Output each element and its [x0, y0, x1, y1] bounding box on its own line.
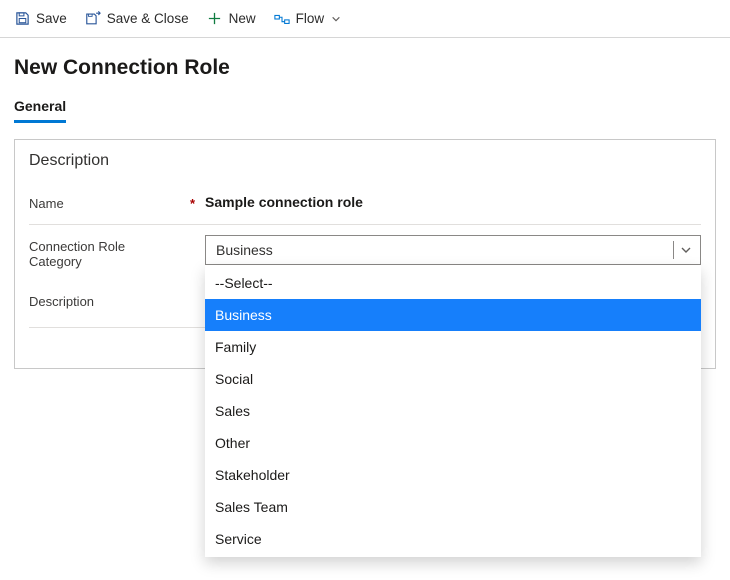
flow-button[interactable]: Flow	[274, 11, 343, 27]
save-label: Save	[36, 11, 67, 26]
category-option[interactable]: Stakeholder	[205, 459, 701, 491]
name-field[interactable]: Sample connection role	[205, 192, 701, 210]
chevron-down-icon	[330, 11, 342, 27]
category-row: Connection Role Category Business --Sele…	[29, 225, 701, 280]
category-option[interactable]: Service	[205, 523, 701, 555]
category-option[interactable]: Business	[205, 299, 701, 331]
command-bar: Save Save & Close New Flow	[0, 0, 730, 38]
section-title: Description	[29, 152, 701, 170]
name-row: Name * Sample connection role	[29, 182, 701, 222]
category-option[interactable]: Sales Team	[205, 491, 701, 523]
category-option[interactable]: Other	[205, 427, 701, 459]
tab-general[interactable]: General	[14, 94, 66, 123]
required-indicator: *	[190, 196, 195, 211]
tabs: General	[0, 94, 730, 123]
description-section: Description Name * Sample connection rol…	[14, 139, 716, 369]
flow-label: Flow	[296, 11, 325, 26]
name-value-col: Sample connection role	[205, 192, 701, 210]
save-close-icon	[85, 11, 101, 27]
page-title: New Connection Role	[14, 56, 730, 80]
description-label-col: Description	[29, 290, 205, 309]
category-dropdown: --Select--BusinessFamilySocialSalesOther…	[205, 265, 701, 557]
category-value-col: Business --Select--BusinessFamilySocialS…	[205, 235, 701, 265]
save-and-close-button[interactable]: Save & Close	[85, 11, 189, 27]
description-label: Description	[29, 294, 94, 309]
category-option[interactable]: Sales	[205, 395, 701, 427]
category-select[interactable]: Business	[205, 235, 701, 265]
new-label: New	[229, 11, 256, 26]
name-label: Name	[29, 196, 64, 211]
plus-icon	[207, 11, 223, 27]
category-label-col: Connection Role Category	[29, 235, 205, 269]
category-option[interactable]: Social	[205, 363, 701, 395]
category-option[interactable]: Family	[205, 331, 701, 363]
category-option[interactable]: --Select--	[205, 267, 701, 299]
category-label: Connection Role Category	[29, 239, 159, 269]
category-selected-value: Business	[216, 242, 673, 258]
save-close-label: Save & Close	[107, 11, 189, 26]
flow-icon	[274, 11, 290, 27]
new-button[interactable]: New	[207, 11, 256, 27]
save-button[interactable]: Save	[14, 11, 67, 27]
save-icon	[14, 11, 30, 27]
chevron-down-icon	[673, 241, 692, 259]
name-label-col: Name *	[29, 192, 205, 211]
